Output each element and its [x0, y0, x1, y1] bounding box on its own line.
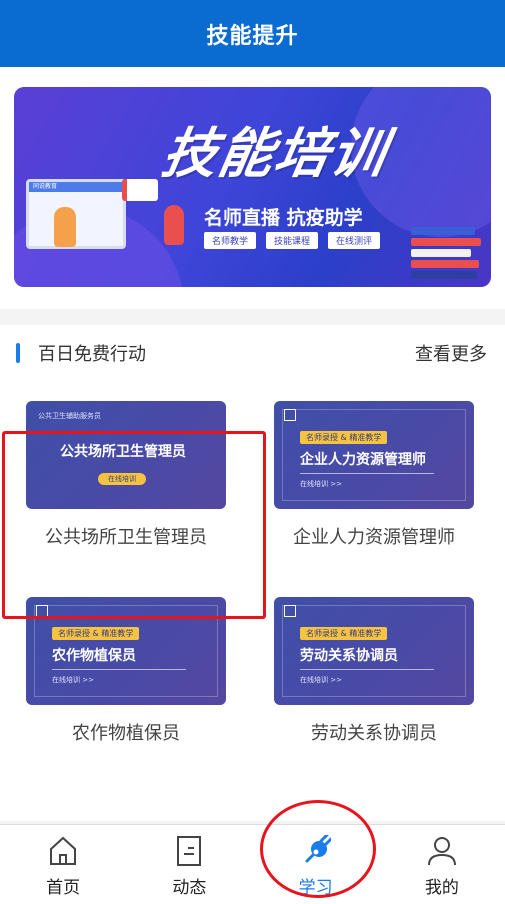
- student-illustration: [54, 207, 76, 247]
- thumb-small-text: 在线培训 >>: [300, 480, 342, 488]
- course-card-hr-manager[interactable]: 名师录授 & 精准教学 企业人力资源管理师 在线培训 >> 企业人力资源管理师: [274, 401, 474, 549]
- thumb-small-text: 在线培训 >>: [52, 676, 94, 684]
- training-banner[interactable]: 同说教育 技能培训 名师直播 抗疫助学 名师教学 技能课程 在线测评: [14, 87, 491, 287]
- thumb-tag: 名师录授 & 精准教学: [300, 627, 388, 640]
- thumb-divider: [300, 473, 434, 474]
- highlight-box: [2, 431, 266, 619]
- tab-label: 动态: [172, 878, 207, 898]
- page-title: 技能提升: [206, 23, 299, 49]
- banner-tag: 技能课程: [266, 232, 319, 249]
- page-header: 技能提升: [0, 0, 505, 67]
- home-icon: [50, 836, 77, 865]
- monitor-logo: 同说教育: [29, 182, 123, 192]
- thumb-tag: 名师录授 & 精准教学: [52, 627, 140, 640]
- profile-icon: [427, 837, 456, 866]
- note-illustration: [122, 179, 158, 201]
- highlight-circle: [260, 800, 376, 898]
- monitor-illustration: 同说教育: [26, 179, 126, 249]
- course-label[interactable]: 农作物植保员: [26, 719, 226, 745]
- thumb-small-text: 在线培训 >>: [300, 676, 342, 684]
- banner-tag: 在线测评: [328, 232, 381, 249]
- section-title: 百日免费行动: [38, 344, 146, 365]
- banner-tag: 名师教学: [204, 232, 257, 249]
- tab-label: 首页: [46, 878, 81, 898]
- banner-title: 技能培训: [157, 121, 393, 185]
- section-accent-bar: [16, 343, 20, 363]
- tab-profile[interactable]: 我的: [379, 825, 505, 904]
- book-icon: [284, 605, 296, 617]
- news-icon: [177, 836, 202, 866]
- banner-tags: 名师教学 技能课程 在线测评: [204, 232, 381, 249]
- course-label[interactable]: 企业人力资源管理师: [274, 523, 474, 549]
- tab-home[interactable]: 首页: [0, 825, 126, 904]
- book-icon: [284, 409, 296, 421]
- thumb-tag: 名师录授 & 精准教学: [300, 431, 388, 444]
- course-card-labor-relations[interactable]: 名师录授 & 精准教学 劳动关系协调员 在线培训 >> 劳动关系协调员: [274, 597, 474, 745]
- section-header: 百日免费行动 查看更多: [0, 325, 505, 381]
- thumb-top-text: 公共卫生辅助服务员: [38, 412, 101, 420]
- thumb-divider: [52, 669, 186, 670]
- course-label[interactable]: 劳动关系协调员: [274, 719, 474, 745]
- thumb-title: 企业人力资源管理师: [300, 452, 426, 468]
- tab-news[interactable]: 动态: [126, 825, 252, 904]
- free-action-section: 百日免费行动 查看更多 公共卫生辅助服务员 公共场所卫生管理员 在线培训 公共场…: [0, 325, 505, 821]
- see-more-link[interactable]: 查看更多: [415, 340, 487, 366]
- course-thumbnail[interactable]: 名师录授 & 精准教学 劳动关系协调员 在线培训 >>: [274, 597, 474, 705]
- course-thumbnail[interactable]: 名师录授 & 精准教学 企业人力资源管理师 在线培训 >>: [274, 401, 474, 509]
- thumb-title: 劳动关系协调员: [300, 648, 398, 664]
- tab-label: 我的: [424, 878, 459, 898]
- banner-container: 同说教育 技能培训 名师直播 抗疫助学 名师教学 技能课程 在线测评: [0, 67, 505, 309]
- course-card-crop-protection[interactable]: 名师录授 & 精准教学 农作物植保员 在线培训 >> 农作物植保员: [26, 597, 226, 745]
- thumb-divider: [300, 669, 434, 670]
- banner-subtitle: 名师直播 抗疫助学: [204, 207, 363, 229]
- bottom-tab-bar: 首页 动态 学习 我的: [0, 824, 505, 904]
- student-illustration: [164, 205, 184, 245]
- books-illustration: [411, 227, 481, 282]
- thumb-title: 农作物植保员: [52, 648, 136, 664]
